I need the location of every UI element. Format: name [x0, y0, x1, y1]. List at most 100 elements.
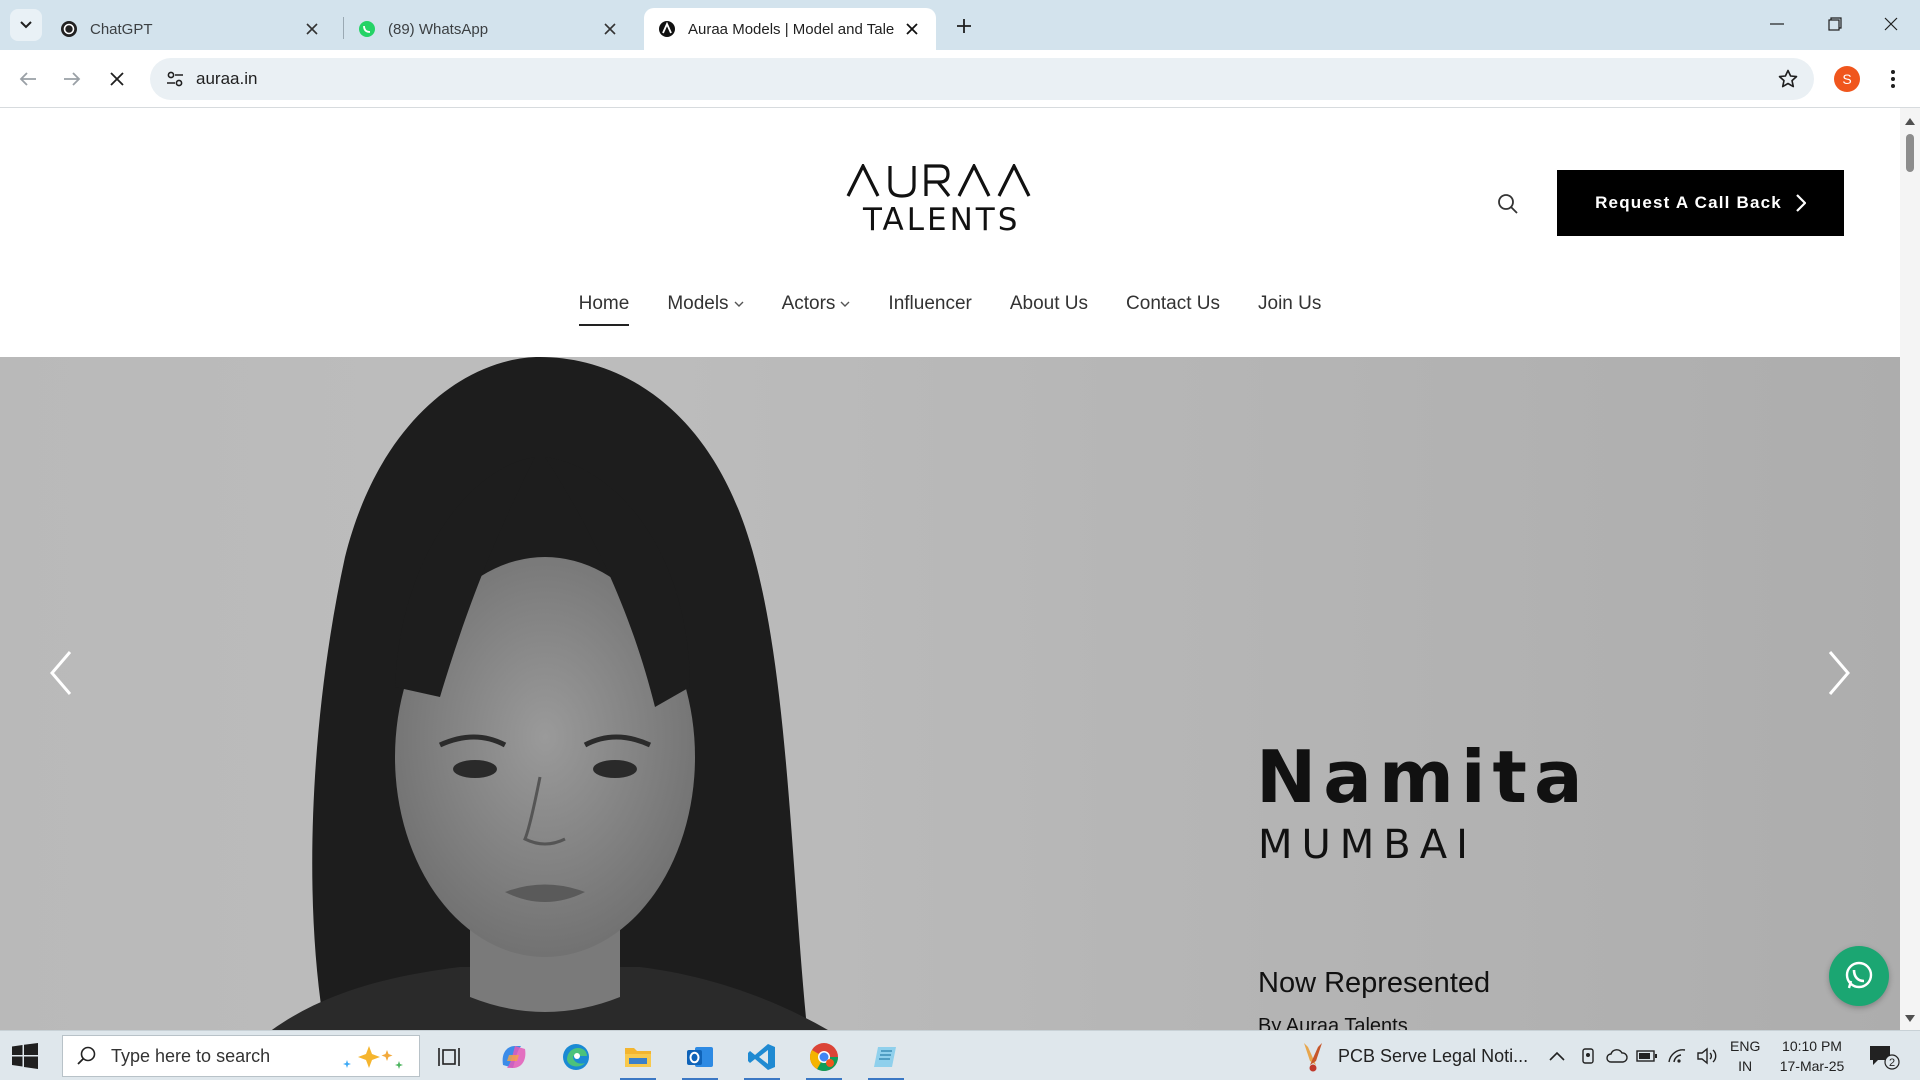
- scrollbar-thumb[interactable]: [1906, 134, 1914, 172]
- hero-talent-name: Namita: [1256, 735, 1590, 819]
- file-explorer-button[interactable]: [614, 1036, 662, 1080]
- stop-loading-button[interactable]: [99, 61, 135, 97]
- close-icon: [1884, 17, 1898, 31]
- vscode-icon: [748, 1044, 775, 1070]
- nav-home[interactable]: Home: [578, 286, 630, 326]
- browser-tab-strip: ChatGPT (89) WhatsApp Auraa Models | Mod…: [0, 0, 1920, 50]
- edge-icon: [563, 1044, 589, 1070]
- nav-label: Influencer: [888, 293, 972, 314]
- new-tab-button[interactable]: [950, 12, 978, 40]
- nav-label: Models: [667, 293, 729, 314]
- notepad-button[interactable]: [862, 1036, 910, 1080]
- whatsapp-icon: [358, 20, 376, 38]
- page-scrollbar[interactable]: [1900, 108, 1920, 1030]
- back-button[interactable]: [10, 61, 46, 97]
- tab-title: (89) WhatsApp: [388, 20, 489, 38]
- slider-next-arrow-icon[interactable]: [1824, 648, 1854, 698]
- copilot-button[interactable]: [490, 1036, 538, 1078]
- whatsapp-icon: [1845, 961, 1873, 989]
- close-icon[interactable]: [302, 19, 322, 39]
- onedrive-icon[interactable]: [1606, 1044, 1628, 1068]
- close-icon[interactable]: [600, 19, 620, 39]
- clock-date: 17-Mar-25: [1779, 1058, 1845, 1074]
- restore-button[interactable]: [1806, 0, 1864, 48]
- chevron-up-icon[interactable]: [1546, 1044, 1568, 1068]
- search-icon: [77, 1046, 97, 1066]
- task-view-button[interactable]: [426, 1036, 474, 1078]
- nav-about-us[interactable]: About Us: [1010, 286, 1088, 322]
- nav-label: Actors: [781, 293, 836, 314]
- bookmark-star-icon[interactable]: [1776, 67, 1800, 91]
- page-viewport: TALENTS Request A Call Back Home Models …: [0, 108, 1900, 1030]
- auraa-talents-logo[interactable]: TALENTS: [846, 164, 1056, 234]
- nav-label: Join Us: [1258, 293, 1322, 314]
- meet-now-icon[interactable]: [1578, 1044, 1600, 1068]
- news-widget[interactable]: PCB Serve Legal Noti...: [1296, 1039, 1528, 1073]
- tab-search-button[interactable]: [10, 9, 42, 41]
- outlook-button[interactable]: [676, 1036, 724, 1080]
- notification-center-button[interactable]: 2: [1868, 1043, 1902, 1071]
- volume-icon[interactable]: [1696, 1044, 1718, 1068]
- input-language-indicator[interactable]: ENG IN: [1730, 1036, 1760, 1076]
- tab-chatgpt[interactable]: ChatGPT: [46, 8, 336, 50]
- copilot-icon: [502, 1046, 526, 1068]
- notification-count: 2: [1889, 1057, 1895, 1069]
- browser-toolbar: auraa.in: [0, 50, 1920, 108]
- vscode-button[interactable]: [738, 1036, 786, 1080]
- request-call-back-button[interactable]: Request A Call Back: [1557, 170, 1844, 236]
- address-bar[interactable]: auraa.in: [150, 58, 1814, 100]
- nav-contact-us[interactable]: Contact Us: [1126, 286, 1220, 322]
- windows-taskbar: Type here to search PCB Serve Legal Noti…: [0, 1030, 1920, 1080]
- restore-icon: [1828, 17, 1842, 31]
- slider-prev-arrow-icon[interactable]: [46, 648, 76, 698]
- chevron-down-icon: [734, 301, 744, 307]
- main-navigation: Home Models Actors Influencer About Us C…: [0, 286, 1900, 326]
- nav-actors[interactable]: Actors: [782, 286, 851, 322]
- nav-label: Home: [578, 293, 630, 314]
- outlook-icon: [687, 1047, 713, 1067]
- cricket-bat-icon: [1304, 1043, 1322, 1072]
- minimize-button[interactable]: [1748, 0, 1806, 48]
- site-info-icon[interactable]: [162, 67, 188, 91]
- windows-start-icon[interactable]: [12, 1043, 38, 1069]
- taskbar-clock[interactable]: 10:10 PM 17-Mar-25: [1772, 1036, 1852, 1076]
- edge-button[interactable]: [552, 1036, 600, 1078]
- profile-avatar[interactable]: S: [1834, 66, 1860, 92]
- forward-button[interactable]: [54, 61, 90, 97]
- hero-talent-city: MUMBAI: [1258, 822, 1477, 868]
- nav-join-us[interactable]: Join Us: [1258, 286, 1321, 322]
- close-window-button[interactable]: [1862, 0, 1920, 48]
- whatsapp-chat-button[interactable]: [1829, 946, 1889, 1006]
- tab-title: Auraa Models | Model and Talent: [688, 20, 894, 38]
- chatgpt-icon: [60, 20, 78, 38]
- notepad-icon: [874, 1047, 896, 1067]
- chevron-down-icon: [20, 21, 32, 29]
- arrow-left-icon: [19, 72, 36, 86]
- chrome-button[interactable]: [800, 1036, 848, 1080]
- folder-icon: [625, 1048, 651, 1067]
- taskbar-search-placeholder: Type here to search: [111, 1045, 271, 1066]
- tab-whatsapp[interactable]: (89) WhatsApp: [344, 8, 634, 50]
- more-vert-icon: [1891, 70, 1895, 88]
- nav-influencer[interactable]: Influencer: [888, 286, 971, 322]
- hero-subline: By Auraa Talents: [1258, 1015, 1408, 1030]
- notification-icon: 2: [1870, 1046, 1900, 1070]
- url-text[interactable]: auraa.in: [196, 69, 257, 89]
- nav-models[interactable]: Models: [667, 286, 744, 322]
- clock-time: 10:10 PM: [1782, 1038, 1842, 1054]
- browser-menu-button[interactable]: [1878, 62, 1908, 96]
- scroll-up-icon[interactable]: [1905, 116, 1915, 126]
- cta-label: Request A Call Back: [1595, 193, 1782, 212]
- hero-portrait-image: [272, 357, 828, 1030]
- close-icon[interactable]: [902, 19, 922, 39]
- wifi-icon[interactable]: [1666, 1044, 1688, 1068]
- search-highlight-icon: [343, 1046, 403, 1069]
- search-icon[interactable]: [1494, 190, 1522, 218]
- nav-label: About Us: [1009, 293, 1089, 314]
- scroll-down-icon[interactable]: [1905, 1013, 1915, 1023]
- lang-code: ENG: [1730, 1038, 1761, 1054]
- taskbar-search-box[interactable]: Type here to search: [62, 1035, 420, 1077]
- battery-icon[interactable]: [1636, 1044, 1658, 1068]
- hero-headline: Now Represented: [1258, 967, 1491, 999]
- tab-auraa[interactable]: Auraa Models | Model and Talent: [644, 8, 936, 50]
